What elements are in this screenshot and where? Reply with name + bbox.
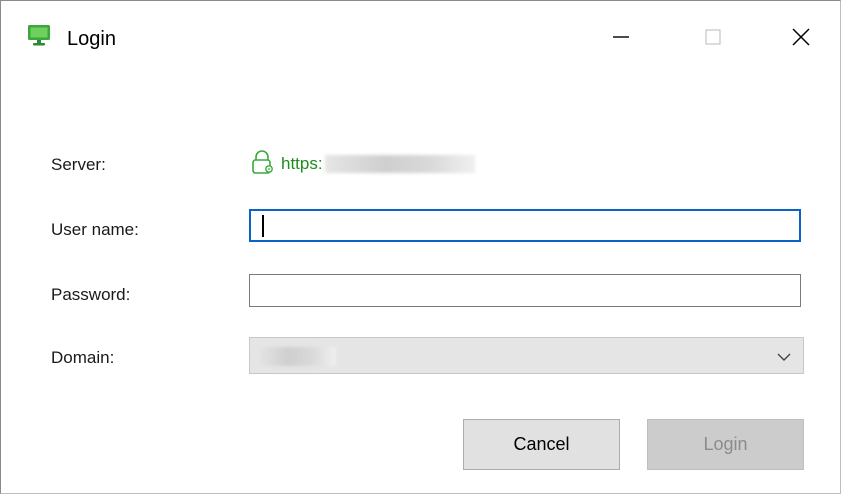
monitor-icon [27, 23, 51, 47]
window-title: Login [67, 28, 116, 50]
username-input[interactable] [249, 209, 801, 242]
lock-icon [249, 149, 275, 180]
redacted-domain-value [256, 347, 336, 366]
minimize-button[interactable] [591, 17, 651, 61]
close-icon [790, 26, 812, 53]
redacted-server-host [324, 155, 475, 173]
maximize-button [683, 17, 743, 61]
server-label: Server: [51, 155, 106, 174]
chevron-down-icon [777, 350, 791, 362]
password-input[interactable] [249, 274, 801, 307]
text-cursor [262, 215, 264, 237]
minimize-icon [611, 27, 631, 52]
cancel-button[interactable]: Cancel [463, 419, 620, 470]
title-bar[interactable]: Login [1, 1, 840, 81]
login-button[interactable]: Login [647, 419, 804, 470]
login-window: Login Server: https: User name: Password… [0, 0, 841, 494]
server-url: https: [281, 154, 323, 173]
close-button[interactable] [771, 17, 831, 61]
domain-select[interactable] [249, 337, 804, 374]
maximize-icon [703, 27, 723, 52]
username-label: User name: [51, 220, 139, 239]
domain-label: Domain: [51, 348, 115, 367]
password-label: Password: [51, 285, 131, 304]
server-value: https: [249, 149, 475, 180]
